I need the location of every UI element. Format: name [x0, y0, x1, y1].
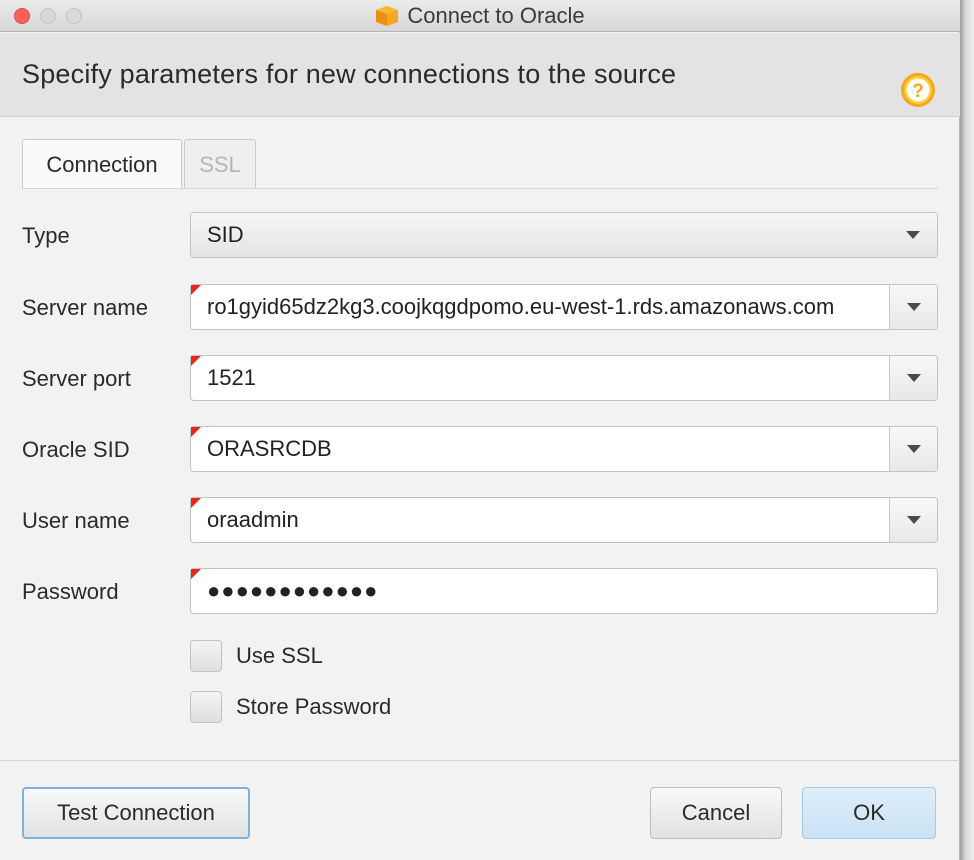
required-marker — [191, 356, 201, 366]
use-ssl-label: Use SSL — [236, 643, 323, 668]
tab-divider — [22, 188, 938, 189]
store-password-checkbox[interactable] — [190, 691, 222, 723]
required-marker — [191, 498, 201, 508]
aws-box-icon — [376, 6, 399, 26]
window-title: Connect to Oracle — [407, 3, 585, 28]
server-port-input[interactable]: 1521 — [207, 356, 875, 400]
connect-dialog: Connect to Oracle Specify parameters for… — [0, 0, 960, 860]
svg-text:?: ? — [912, 81, 924, 102]
chevron-down-icon — [907, 445, 921, 453]
chevron-down-icon — [907, 303, 921, 311]
cancel-button[interactable]: Cancel — [650, 787, 782, 839]
oracle-sid-label: Oracle SID — [22, 437, 130, 462]
server-port-dropdown-button[interactable] — [889, 356, 937, 400]
password-input[interactable]: ●●●●●●●●●●●● — [207, 569, 921, 613]
footer-divider — [0, 760, 960, 761]
chevron-down-icon — [907, 516, 921, 524]
server-name-dropdown-button[interactable] — [889, 285, 937, 329]
tab-ssl[interactable]: SSL — [184, 139, 256, 189]
server-port-combo[interactable]: 1521 — [190, 355, 938, 401]
use-ssl-checkbox[interactable] — [190, 640, 222, 672]
dialog-header: Specify parameters for new connections t… — [0, 33, 960, 117]
required-marker — [191, 569, 201, 579]
chevron-down-icon — [907, 374, 921, 382]
required-marker — [191, 285, 201, 295]
header-text: Specify parameters for new connections t… — [22, 59, 677, 89]
oracle-sid-input[interactable]: ORASRCDB — [207, 427, 875, 471]
user-name-dropdown-button[interactable] — [889, 498, 937, 542]
password-label: Password — [22, 579, 119, 604]
server-port-label: Server port — [22, 366, 131, 391]
title-wrap: Connect to Oracle — [0, 0, 960, 32]
type-label: Type — [22, 223, 70, 248]
tab-connection[interactable]: Connection — [22, 139, 182, 189]
required-marker — [191, 427, 201, 437]
user-name-input[interactable]: oraadmin — [207, 498, 875, 542]
store-password-row[interactable]: Store Password — [190, 691, 391, 723]
type-select[interactable]: SID — [190, 212, 938, 258]
ok-button[interactable]: OK — [802, 787, 936, 839]
store-password-label: Store Password — [236, 694, 392, 719]
user-name-combo[interactable]: oraadmin — [190, 497, 938, 543]
type-value: SID — [207, 222, 244, 247]
oracle-sid-combo[interactable]: ORASRCDB — [190, 426, 938, 472]
server-name-combo[interactable]: ro1gyid65dz2kg3.coojkqgdpomo.eu-west-1.r… — [190, 284, 938, 330]
oracle-sid-dropdown-button[interactable] — [889, 427, 937, 471]
test-connection-button[interactable]: Test Connection — [22, 787, 250, 839]
chevron-down-icon — [906, 231, 920, 239]
type-dropdown-button[interactable] — [889, 213, 937, 257]
title-bar: Connect to Oracle — [0, 0, 960, 32]
window-shadow-edge — [960, 0, 974, 860]
server-name-input[interactable]: ro1gyid65dz2kg3.coojkqgdpomo.eu-west-1.r… — [207, 285, 875, 329]
help-icon[interactable]: ? — [900, 72, 936, 108]
server-name-label: Server name — [22, 295, 148, 320]
use-ssl-row[interactable]: Use SSL — [190, 640, 323, 672]
password-field[interactable]: ●●●●●●●●●●●● — [190, 568, 938, 614]
user-name-label: User name — [22, 508, 130, 533]
